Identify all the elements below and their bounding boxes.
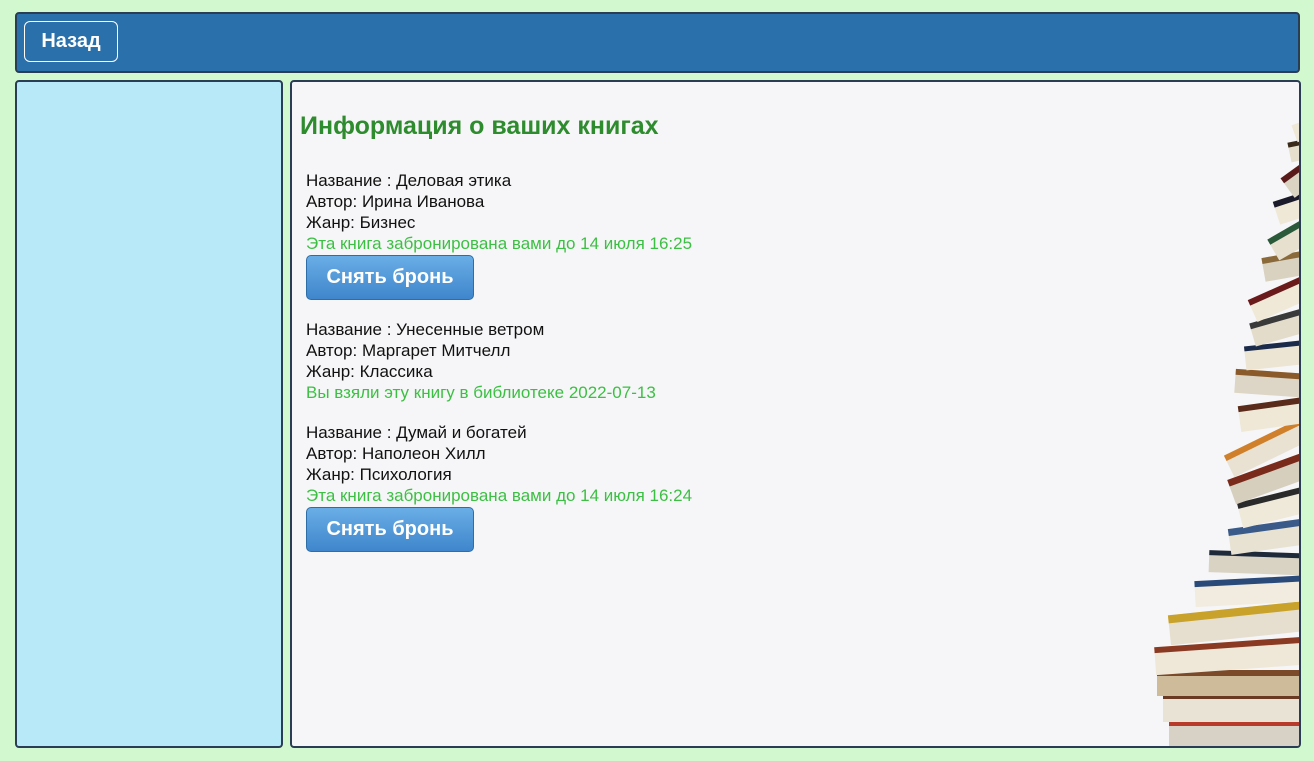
cancel-reservation-button[interactable]: Снять бронь (306, 507, 474, 552)
book-title: Название : Деловая этика (306, 171, 512, 190)
book-item: Название : Деловая этика Автор: Ирина Ив… (306, 170, 1006, 300)
book-genre: Жанр: Бизнес (306, 213, 416, 232)
book-item: Название : Унесенные ветром Автор: Марга… (306, 319, 1006, 403)
book-stack-image (1154, 111, 1299, 746)
sidebar (15, 80, 283, 748)
book-status: Эта книга забронирована вами до 14 июля … (306, 486, 693, 505)
back-button[interactable]: Назад (24, 21, 118, 62)
book-genre: Жанр: Классика (306, 362, 433, 381)
top-bar: Назад (15, 12, 1300, 73)
book-list: Название : Деловая этика Автор: Ирина Ив… (306, 170, 1006, 571)
book-item: Название : Думай и богатей Автор: Наполе… (306, 422, 1006, 552)
book-author: Автор: Ирина Иванова (306, 192, 485, 211)
book-genre: Жанр: Психология (306, 465, 452, 484)
main-panel: Информация о ваших книгах Название : Дел… (290, 80, 1301, 748)
book-title: Название : Думай и богатей (306, 423, 527, 442)
book-title: Название : Унесенные ветром (306, 320, 545, 339)
page-title: Информация о ваших книгах (300, 112, 659, 140)
book-status: Вы взяли эту книгу в библиотеке 2022-07-… (306, 383, 656, 402)
book-status: Эта книга забронирована вами до 14 июля … (306, 234, 693, 253)
book-author: Автор: Маргарет Митчелл (306, 341, 511, 360)
cancel-reservation-button[interactable]: Снять бронь (306, 255, 474, 300)
book-author: Автор: Наполеон Хилл (306, 444, 486, 463)
